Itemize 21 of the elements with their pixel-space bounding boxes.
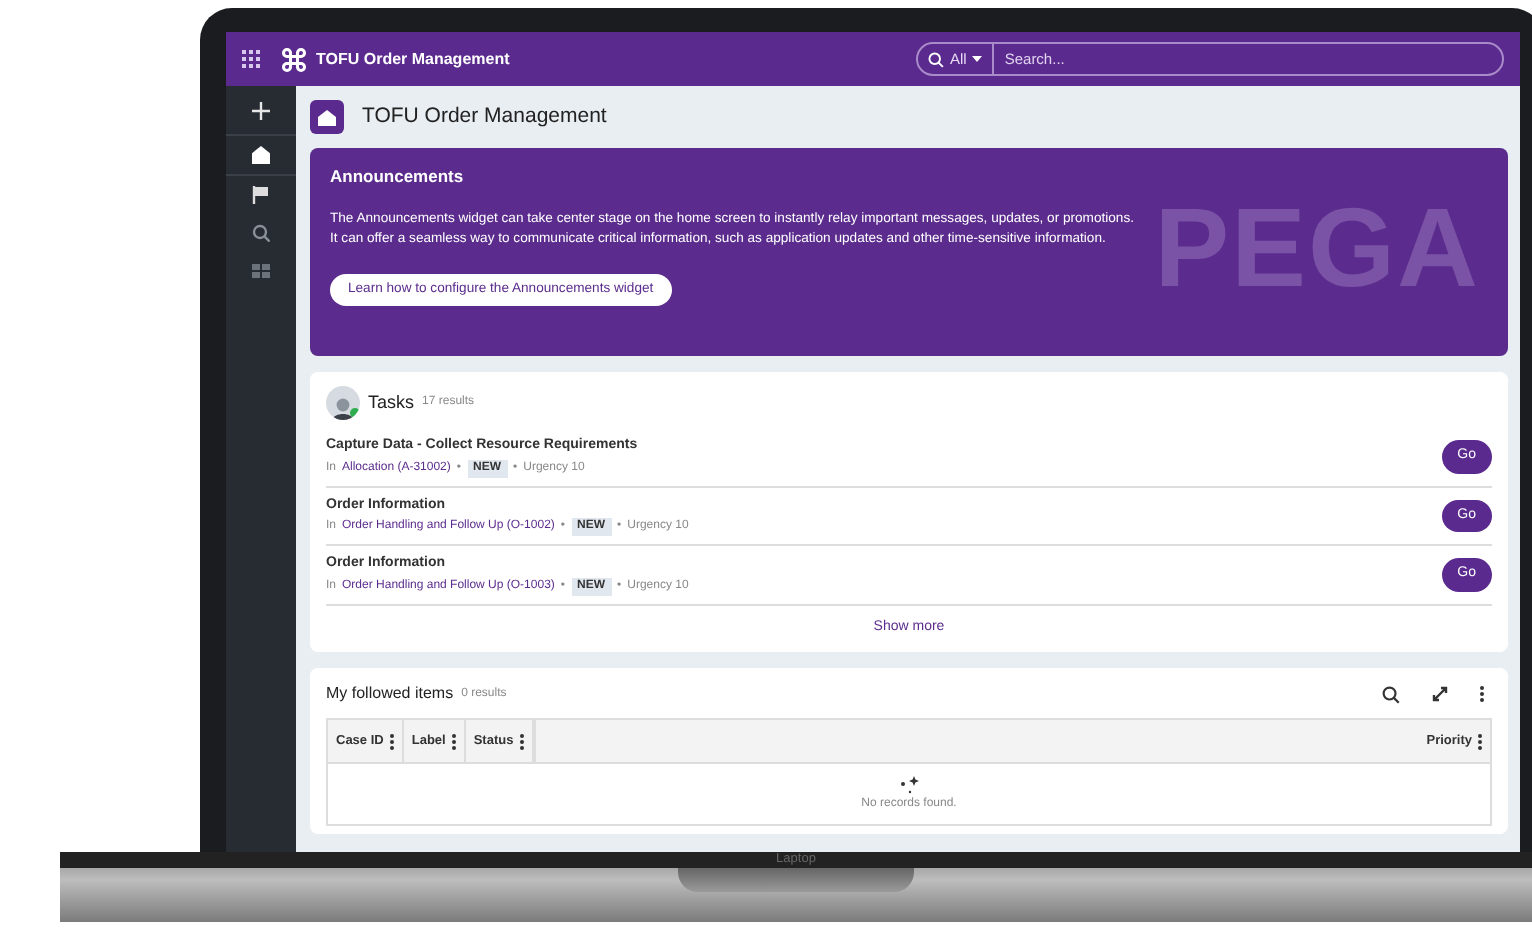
column-menu-icon[interactable] [519, 733, 524, 749]
avatar-icon [326, 386, 360, 420]
search-icon [928, 51, 944, 67]
page-title: TOFU Order Management [362, 101, 607, 132]
app-title: TOFU Order Management [316, 47, 510, 71]
grid-icon[interactable] [252, 262, 270, 280]
search-icon[interactable] [1382, 685, 1400, 703]
caret-icon [972, 56, 983, 62]
home-icon[interactable] [252, 146, 270, 164]
command-key-logo-icon [280, 45, 308, 73]
column-menu-icon[interactable] [389, 733, 394, 749]
column-menu-icon[interactable] [451, 733, 456, 749]
expand-icon[interactable] [1432, 686, 1448, 702]
card-title: My followed items [326, 682, 454, 706]
plus-icon[interactable] [252, 101, 270, 119]
flag-icon[interactable] [252, 186, 270, 204]
card-title: Tasks [368, 389, 415, 416]
app-launcher-icon[interactable] [242, 50, 260, 68]
home-icon [310, 100, 344, 134]
sparkle-icon [899, 776, 919, 794]
card-title: Announcements [330, 164, 466, 190]
